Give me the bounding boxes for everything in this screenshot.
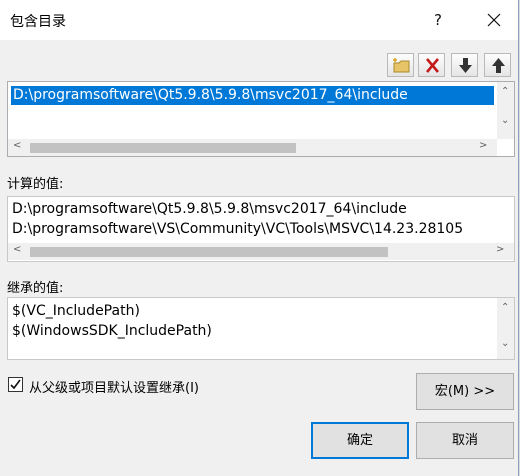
scroll-up-icon[interactable]: ⌃ <box>501 302 509 313</box>
inherit-checkbox-label[interactable]: 从父级或项目默认设置继承(I) <box>29 377 199 396</box>
arrow-up-icon <box>492 58 505 73</box>
inherited-value-box: $(VC_IncludePath) $(WindowsSDK_IncludePa… <box>7 297 515 360</box>
arrow-down-icon <box>459 58 472 73</box>
delete-x-icon <box>426 58 439 73</box>
evaluated-line: D:\programsoftware\Qt5.9.8\5.9.8\msvc201… <box>12 201 407 217</box>
scroll-right-icon[interactable]: > <box>479 140 487 151</box>
inherited-line: $(VC_IncludePath) <box>12 303 140 319</box>
scroll-thumb[interactable] <box>30 143 296 153</box>
evaluated-horizontal-scrollbar[interactable]: < > <box>8 243 514 260</box>
scroll-right-icon[interactable]: > <box>496 244 504 255</box>
evaluated-value-label: 计算的值: <box>7 177 64 192</box>
cancel-button-label: 取消 <box>451 433 478 448</box>
include-directories-dialog: 包含目录 ? D:\programsoftware\Qt5.9.8\5.9.8\… <box>0 0 519 476</box>
inherited-vertical-scrollbar[interactable]: ⌃ ⌄ <box>497 298 514 359</box>
move-down-button[interactable] <box>451 53 478 77</box>
evaluated-value-box: D:\programsoftware\Qt5.9.8\5.9.8\msvc201… <box>7 196 515 262</box>
inherited-line: $(WindowsSDK_IncludePath) <box>12 323 212 339</box>
cancel-button[interactable]: 取消 <box>416 422 514 459</box>
move-up-button[interactable] <box>484 53 511 77</box>
scroll-thumb[interactable] <box>30 247 388 257</box>
macros-button[interactable]: 宏(M) >> <box>416 373 514 410</box>
scroll-left-icon[interactable]: < <box>13 140 21 151</box>
dialog-title: 包含目录 <box>10 14 66 30</box>
background-window-strip <box>519 0 531 476</box>
include-paths-list[interactable]: D:\programsoftware\Qt5.9.8\5.9.8\msvc201… <box>7 81 515 157</box>
help-button[interactable]: ? <box>423 6 453 34</box>
scroll-left-icon[interactable]: < <box>13 244 21 255</box>
list-horizontal-scrollbar[interactable]: < > <box>8 139 497 156</box>
ok-button[interactable]: 确定 <box>311 422 409 459</box>
list-item-selected[interactable]: D:\programsoftware\Qt5.9.8\5.9.8\msvc201… <box>11 86 494 105</box>
evaluated-line: D:\programsoftware\VS\Community\VC\Tools… <box>12 221 464 237</box>
list-vertical-scrollbar[interactable]: ⌃ ⌄ <box>497 82 514 139</box>
ok-button-label: 确定 <box>346 433 373 448</box>
title-bar: 包含目录 ? <box>0 0 518 40</box>
close-icon <box>487 13 501 27</box>
checkmark-icon <box>10 379 21 390</box>
close-button[interactable] <box>477 6 511 34</box>
inherit-checkbox[interactable] <box>8 377 23 392</box>
help-glyph: ? <box>434 11 442 29</box>
new-line-folder-icon <box>393 58 410 73</box>
scroll-down-icon[interactable]: ⌄ <box>501 115 509 126</box>
inherited-value-label: 继承的值: <box>7 281 64 296</box>
scroll-down-icon[interactable]: ⌄ <box>501 338 509 349</box>
macros-button-label: 宏(M) >> <box>434 384 496 399</box>
scroll-up-icon[interactable]: ⌃ <box>501 86 509 97</box>
new-line-button[interactable] <box>387 53 414 77</box>
delete-line-button[interactable] <box>418 53 445 77</box>
